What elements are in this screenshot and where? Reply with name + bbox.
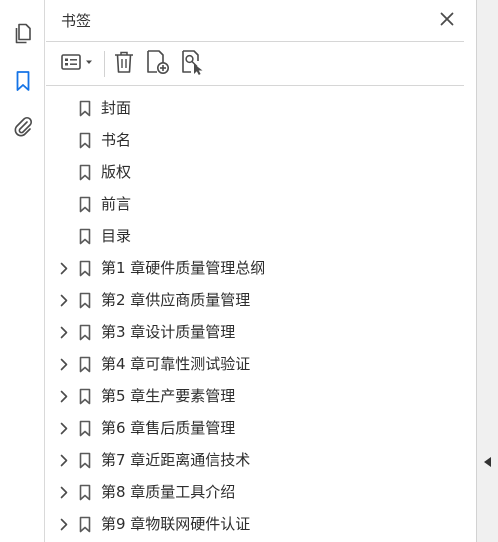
bookmark-icon [79, 132, 91, 149]
bookmark-icon [14, 70, 32, 92]
bookmark-icon [79, 420, 91, 437]
bookmarks-toolbar [46, 43, 464, 86]
chevron-right-icon[interactable] [57, 325, 71, 339]
chevron-right-icon[interactable] [57, 421, 71, 435]
bookmark-label: 第5 章生产要素管理 [101, 387, 236, 405]
bookmark-label: 前言 [101, 195, 132, 213]
delete-bookmark-button[interactable] [111, 50, 137, 78]
bookmark-icon [79, 516, 91, 533]
bookmarks-panel: 书签 封面 书名 版权 前言 目录 第1 章硬件质量管理总纲 第2 章供应商质量… [46, 0, 476, 542]
bookmark-item[interactable]: 第8 章质量工具介绍 [46, 476, 476, 508]
find-bookmark-icon [180, 49, 206, 79]
bookmark-icon [79, 484, 91, 501]
bookmark-item[interactable]: 第5 章生产要素管理 [46, 380, 476, 412]
bookmark-icon [79, 356, 91, 373]
bookmark-item[interactable]: 第9 章物联网硬件认证 [46, 508, 476, 540]
options-menu-button[interactable] [59, 50, 97, 78]
pages-thumbnail-icon [13, 23, 33, 45]
bookmark-item[interactable]: 第2 章供应商质量管理 [46, 284, 476, 316]
bookmark-label: 版权 [101, 163, 132, 181]
bookmark-icon [79, 100, 91, 117]
bookmark-item[interactable]: 第1 章硬件质量管理总纲 [46, 252, 476, 284]
chevron-right-icon[interactable] [57, 453, 71, 467]
bookmark-item[interactable]: 目录 [46, 220, 476, 252]
close-icon [440, 11, 454, 30]
find-current-bookmark-button[interactable] [179, 50, 207, 78]
bookmark-item[interactable]: 版权 [46, 156, 476, 188]
toolbar-separator [104, 51, 105, 77]
chevron-right-icon[interactable] [57, 517, 71, 531]
bookmark-item[interactable]: 第3 章设计质量管理 [46, 316, 476, 348]
bookmark-label: 第2 章供应商质量管理 [101, 291, 251, 309]
chevron-right-icon[interactable] [57, 293, 71, 307]
bookmark-item[interactable]: 第4 章可靠性测试验证 [46, 348, 476, 380]
options-menu-icon [60, 52, 96, 76]
bookmark-icon [79, 196, 91, 213]
bookmark-icon [79, 324, 91, 341]
panel-title: 书签 [61, 12, 92, 30]
bookmark-icon [79, 388, 91, 405]
bookmark-icon [79, 452, 91, 469]
bookmark-item[interactable]: 第6 章售后质量管理 [46, 412, 476, 444]
attachments-panel-button[interactable] [0, 106, 45, 146]
collapse-arrow-icon [484, 452, 492, 467]
new-bookmark-icon [145, 49, 171, 79]
bookmark-label: 第8 章质量工具介绍 [101, 483, 236, 501]
bookmark-item[interactable]: 前言 [46, 188, 476, 220]
bookmark-label: 第6 章售后质量管理 [101, 419, 236, 437]
bookmark-item[interactable]: 封面 [46, 92, 476, 124]
panel-collapse-strip[interactable] [476, 0, 498, 542]
attachment-icon [12, 115, 34, 137]
bookmark-label: 目录 [101, 227, 132, 245]
navigation-rail [0, 0, 45, 542]
bookmark-label: 书名 [101, 131, 132, 149]
delete-icon [113, 50, 135, 78]
panel-header: 书签 [46, 0, 464, 42]
chevron-right-icon[interactable] [57, 357, 71, 371]
bookmark-item[interactable]: 书名 [46, 124, 476, 156]
pages-thumbnail-button[interactable] [0, 14, 45, 54]
chevron-right-icon[interactable] [57, 389, 71, 403]
bookmark-icon [79, 164, 91, 181]
new-bookmark-button[interactable] [144, 50, 172, 78]
chevron-right-icon[interactable] [57, 485, 71, 499]
bookmark-label: 第4 章可靠性测试验证 [101, 355, 251, 373]
bookmark-label: 第9 章物联网硬件认证 [101, 515, 251, 533]
bookmark-label: 第7 章近距离通信技术 [101, 451, 251, 469]
bookmark-label: 封面 [101, 99, 132, 117]
bookmark-icon [79, 228, 91, 245]
bookmark-icon [79, 292, 91, 309]
bookmark-icon [79, 260, 91, 277]
bookmark-label: 第3 章设计质量管理 [101, 323, 236, 341]
bookmark-label: 第1 章硬件质量管理总纲 [101, 259, 266, 277]
close-panel-button[interactable] [436, 9, 458, 31]
chevron-right-icon[interactable] [57, 261, 71, 275]
bookmarks-panel-button[interactable] [0, 61, 45, 101]
bookmark-item[interactable]: 第7 章近距离通信技术 [46, 444, 476, 476]
